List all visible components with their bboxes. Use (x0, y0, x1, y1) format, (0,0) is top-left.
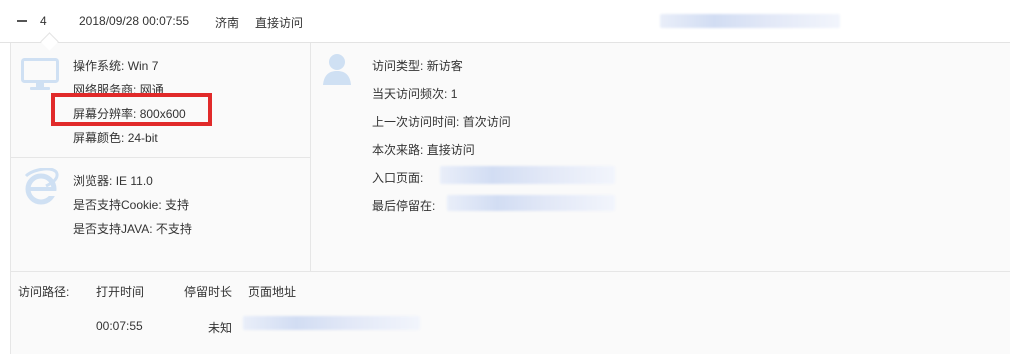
visit-type-info: 访问类型: 新访客 (372, 57, 463, 74)
redacted-path-url[interactable] (243, 316, 420, 330)
visit-type-value: 新访客 (426, 59, 463, 73)
visit-type-label: 访问类型: (372, 59, 424, 73)
referrer-value: 直接访问 (426, 143, 475, 157)
java-label: 是否支持JAVA: (73, 222, 153, 236)
last-page-label: 最后停留在: (372, 199, 436, 213)
redacted-url (660, 14, 840, 28)
cookie-value: 支持 (165, 198, 190, 212)
divider (10, 271, 1010, 272)
col-page-url: 页面地址 (248, 285, 297, 299)
path-title: 访问路径: (18, 285, 70, 299)
redacted-entry-url[interactable] (440, 166, 615, 184)
entry-page-label: 入口页面: (372, 171, 424, 185)
cookie-label: 是否支持Cookie: (73, 198, 162, 212)
monitor-icon (21, 58, 59, 95)
os-label: 操作系统: (73, 59, 125, 73)
divider (10, 157, 310, 158)
os-value: Win 7 (127, 59, 159, 73)
visit-frequency-label: 当天访问频次: (372, 87, 448, 101)
visit-city: 济南 (215, 16, 240, 30)
referrer-info: 本次来路: 直接访问 (372, 141, 475, 158)
color-info: 屏幕颜色: 24-bit (73, 129, 158, 146)
last-visit-value: 首次访问 (462, 115, 511, 129)
redacted-last-url[interactable] (447, 195, 615, 211)
color-value: 24-bit (127, 131, 158, 145)
highlight-annotation (51, 93, 212, 126)
referrer-label: 本次来路: (372, 143, 424, 157)
last-visit-info: 上一次访问时间: 首次访问 (372, 113, 511, 130)
cookie-info: 是否支持Cookie: 支持 (73, 196, 189, 213)
browser-value: IE 11.0 (115, 174, 153, 188)
row-number: 4 (40, 14, 47, 28)
col-duration: 停留时长 (184, 285, 233, 299)
last-visit-label: 上一次访问时间: (372, 115, 460, 129)
path-duration: 未知 (208, 321, 233, 335)
visit-datetime: 2018/09/28 00:07:55 (79, 14, 190, 28)
entry-page-info: 入口页面: (372, 169, 423, 186)
ie-browser-icon (22, 167, 60, 209)
os-info: 操作系统: Win 7 (73, 57, 158, 74)
user-icon (322, 52, 352, 89)
browser-info: 浏览器: IE 11.0 (73, 172, 153, 189)
java-info: 是否支持JAVA: 不支持 (73, 220, 192, 237)
divider (310, 43, 311, 272)
color-label: 屏幕颜色: (73, 131, 125, 145)
visit-source: 直接访问 (255, 16, 304, 30)
visit-row-header[interactable]: 4 2018/09/28 00:07:55 济南 直接访问 (0, 0, 1010, 43)
collapse-icon[interactable] (17, 20, 27, 22)
visit-frequency-info: 当天访问频次: 1 (372, 85, 457, 102)
last-page-info: 最后停留在: (372, 197, 435, 214)
visit-frequency-value: 1 (450, 87, 458, 101)
col-open-time: 打开时间 (96, 285, 145, 299)
path-open-time: 00:07:55 (96, 319, 143, 333)
java-value: 不支持 (155, 222, 192, 236)
browser-label: 浏览器: (73, 174, 113, 188)
